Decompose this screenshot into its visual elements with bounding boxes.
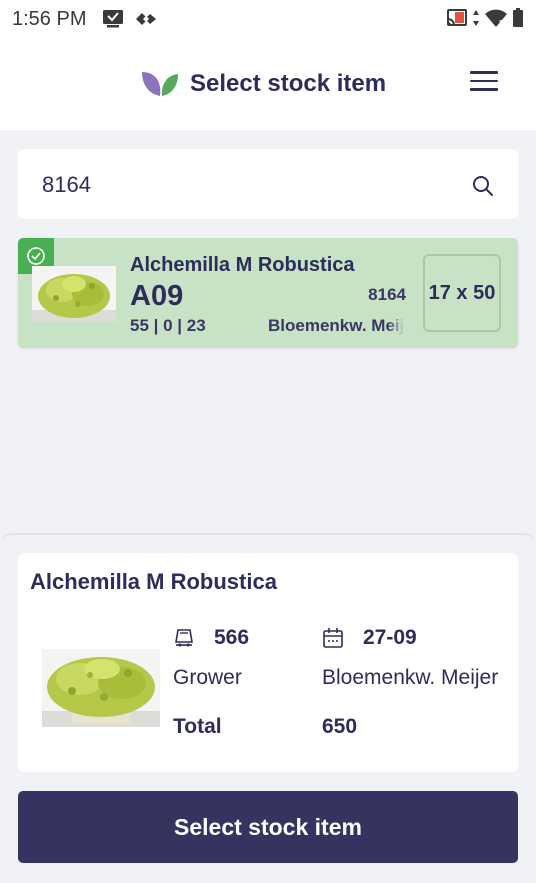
app-header: Select stock item [0,38,536,130]
status-left-icons [102,9,158,29]
item-size: 17 x 50 [428,281,496,304]
status-right-icons: 5 [446,8,524,28]
select-button-label: Select stock item [174,813,362,840]
page-title: Select stock item [190,70,387,97]
plant-thumbnail [32,266,116,322]
total-label: Total [173,715,222,738]
item-name: Alchemilla M Robustica [130,254,355,276]
status-time: 1:56 PM [12,7,87,30]
wifi-icon: 5 [485,9,507,28]
item-location: A09 [130,280,184,312]
svg-text:5: 5 [499,19,504,28]
detail-date: 27-09 [363,626,417,649]
grower-label: Grower [173,666,242,689]
item-code: 8164 [368,285,406,304]
message-icon [103,10,124,28]
grower-value: Bloemenkw. Meijer [322,666,499,689]
leaf-logo-icon [142,72,178,96]
item-size-box: 17 x 50 [423,254,501,332]
cart-icon [175,629,193,647]
cast-icon [447,9,467,26]
detail-title: Alchemilla M Robustica [30,569,277,594]
item-grower: Bloemenkw. Meijer [268,316,404,335]
detail-card: Alchemilla M Robustica 566 27-09 Grower … [18,553,518,772]
search-icon[interactable] [472,175,494,197]
calendar-icon [323,628,343,648]
plant-image [42,649,160,727]
data-arrows-icon [473,10,479,26]
search-input[interactable] [40,167,444,203]
total-value: 650 [322,715,358,738]
battery-icon [513,8,523,27]
search-box [18,149,518,219]
hamburger-menu-icon[interactable] [470,71,500,95]
stock-item-card[interactable]: Alchemilla M Robustica A09 8164 55 | 0 |… [18,238,518,348]
status-bar: 1:56 PM 5 [0,0,536,38]
data-saver-icon [136,13,157,25]
item-counts: 55 | 0 | 23 [130,316,206,335]
detail-quantity: 566 [214,626,250,649]
select-stock-item-button[interactable]: Select stock item [18,791,518,863]
